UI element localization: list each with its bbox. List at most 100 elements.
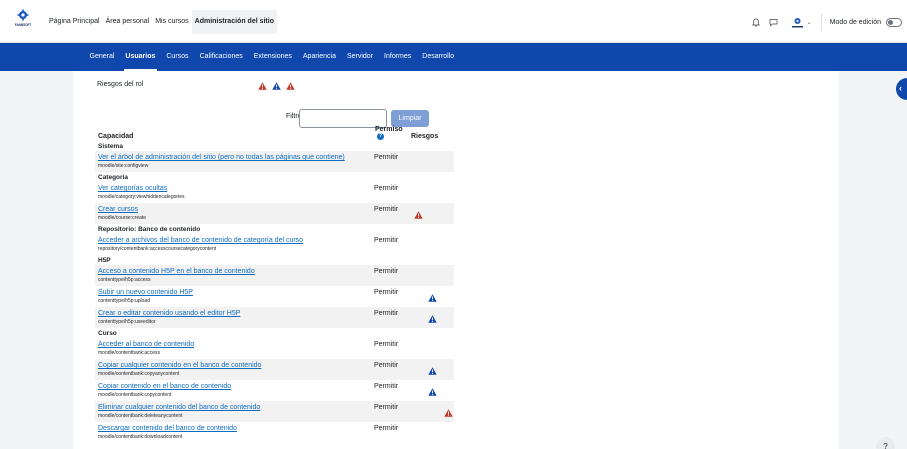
risk-warning-blue-icon[interactable] [428,367,437,376]
capability-link[interactable]: Ver el árbol de administración del sitio… [98,153,372,162]
tab-general[interactable]: General [84,43,120,71]
capability-key: repository/contentbank:accesscoursecateg… [98,246,217,253]
role-risks-legend [258,82,295,90]
tab-extensiones[interactable]: Extensiones [248,43,297,71]
capability-group-label: Sistema [98,142,123,150]
capability-link[interactable]: Copiar contenido en el banco de contenid… [98,382,372,391]
risks-cell [408,380,454,401]
tab-calificaciones[interactable]: Calificaciones [194,43,248,71]
capability-link[interactable]: Acceder al banco de contenido [98,340,372,349]
bell-icon[interactable] [749,15,763,29]
capability-link[interactable]: Subir un nuevo contenido H5P [98,288,372,297]
capability-link[interactable]: Crear o editar contenido usando el edito… [98,309,372,318]
table-row: Eliminar cualquier contenido del banco d… [95,401,454,423]
table-row: Ver categorías ocultas moodle/category:vi… [95,182,454,203]
capability-link[interactable]: Copiar cualquier contenido en el banco d… [98,361,372,370]
tab-informes[interactable]: Informes [379,43,417,71]
help-button[interactable]: ? [876,437,895,449]
primary-nav-item[interactable]: Administración del sitio [191,10,277,34]
capability-link[interactable]: Ver categorías ocultas [98,184,372,193]
risk-warning-red-icon[interactable] [258,82,267,90]
clear-filter-button[interactable]: Limpiar [391,110,429,127]
edit-mode-toggle[interactable] [886,17,902,27]
permission-cell: Permitir [374,341,399,349]
capability-link[interactable]: Acceder a archivos del banco de contenid… [98,236,372,245]
permission-header: Permiso? [372,126,408,141]
permission-cell: Permitir [372,307,408,329]
capability-cell: Eliminar cualquier contenido del banco d… [95,401,372,423]
risk-warning-blue-icon[interactable] [428,294,437,303]
chevron-down-icon[interactable]: ⌄ [807,19,812,26]
drawer-toggle-button[interactable]: ‹ [896,78,907,100]
user-avatar[interactable] [791,16,804,29]
risks-cell [408,182,454,203]
table-row: Acceder a archivos del banco de contenid… [95,234,454,255]
permission-cell: Permitir [372,401,408,423]
risks-cell [408,422,454,443]
capability-key: moodle/site:configview [98,163,149,170]
capability-key: moodle/contentbank:copycontent [98,392,172,399]
risk-warning-blue-icon[interactable] [428,388,437,397]
logo-text: FANBSOFT [14,23,32,27]
risk-warning-red-icon[interactable] [444,409,453,418]
tab-apariencia[interactable]: Apariencia [297,43,341,71]
risks-cell [408,234,454,255]
capability-header: Capacidad [98,133,134,141]
capability-key: moodle/course:create [98,215,147,222]
gear-logo-icon [17,9,29,21]
capability-key: moodle/contentbank:deleteanycontent [98,413,183,420]
primary-nav-item[interactable]: Área personal [103,10,153,34]
chat-icon[interactable] [767,15,781,29]
capability-cell: Ver el árbol de administración del sitio… [95,151,372,173]
risks-cell [408,203,454,225]
risks-header: Riesgos [411,133,439,141]
role-risks-label: Riesgos del rol [97,81,144,88]
risk-warning-blue-icon[interactable] [428,315,437,324]
capability-key: moodle/contentbank:copyanycontent [98,371,180,378]
capability-link[interactable]: Crear cursos [98,205,372,214]
risk-warning-blue-icon[interactable] [272,82,281,90]
capability-key: moodle/contentbank:access [98,350,160,357]
capabilities-body: Sistema Ver el árbol de administración de… [95,141,454,443]
table-row: Copiar contenido en el banco de contenid… [95,380,454,401]
tab-usuarios[interactable]: Usuarios [120,43,161,71]
risk-warning-red-icon[interactable] [286,82,295,90]
capability-cell: Ver categorías ocultas moodle/category:vi… [95,182,372,203]
capabilities-table: Capacidad Permiso? Riesgos Sistema Ver el… [95,126,454,443]
table-row: Acceder al banco de contenido moodle/cont… [95,338,454,359]
help-icon[interactable]: ? [377,133,384,140]
risks-cell [408,338,454,359]
capability-cell: Crear cursos moodle/course:create [95,203,372,225]
capability-cell: Acceder a archivos del banco de contenid… [95,234,372,255]
tab-cursos[interactable]: Cursos [161,43,194,71]
capability-key: moodle/category:viewhiddencategories [98,194,185,201]
capability-group-label: Curso [98,329,117,337]
capability-link[interactable]: Acceso a contenido H5P en el banco de co… [98,267,372,276]
risks-cell [408,286,454,307]
permission-cell: Permitir [372,359,408,381]
permission-cell: Permitir [374,425,399,433]
table-row: Descargar contenido del banco de conteni… [95,422,454,443]
permission-cell: Permitir [374,289,399,297]
capability-link[interactable]: Descargar contenido del banco de conteni… [98,424,372,433]
capability-cell: Crear o editar contenido usando el edito… [95,307,372,329]
primary-nav-item[interactable]: Mis cursos [152,10,191,34]
permission-cell: Permitir [374,383,399,391]
table-row: Ver el árbol de administración del sitio… [95,151,454,173]
risk-warning-red-icon[interactable] [414,211,423,220]
table-row: Copiar cualquier contenido en el banco d… [95,359,454,381]
risks-cell [408,401,454,423]
tab-servidor[interactable]: Servidor [341,43,378,71]
capability-group-row: Curso [95,328,454,338]
permission-cell: Permitir [372,151,408,173]
permission-cell: Permitir [374,237,399,245]
table-row: Crear o editar contenido usando el edito… [95,307,454,329]
table-row: Subir un nuevo contenido H5P contenttype/… [95,286,454,307]
capability-group-label: Repositorio: Banco de contenido [98,225,201,233]
capability-group-label: H5P [98,256,111,264]
primary-nav-item[interactable]: Página Principal [46,10,103,34]
capability-link[interactable]: Eliminar cualquier contenido del banco d… [98,403,372,412]
user-tools: ⌄ Modo de edición [745,10,907,34]
tab-desarrollo[interactable]: Desarrollo [417,43,460,71]
site-logo[interactable]: FANBSOFT [14,9,32,33]
